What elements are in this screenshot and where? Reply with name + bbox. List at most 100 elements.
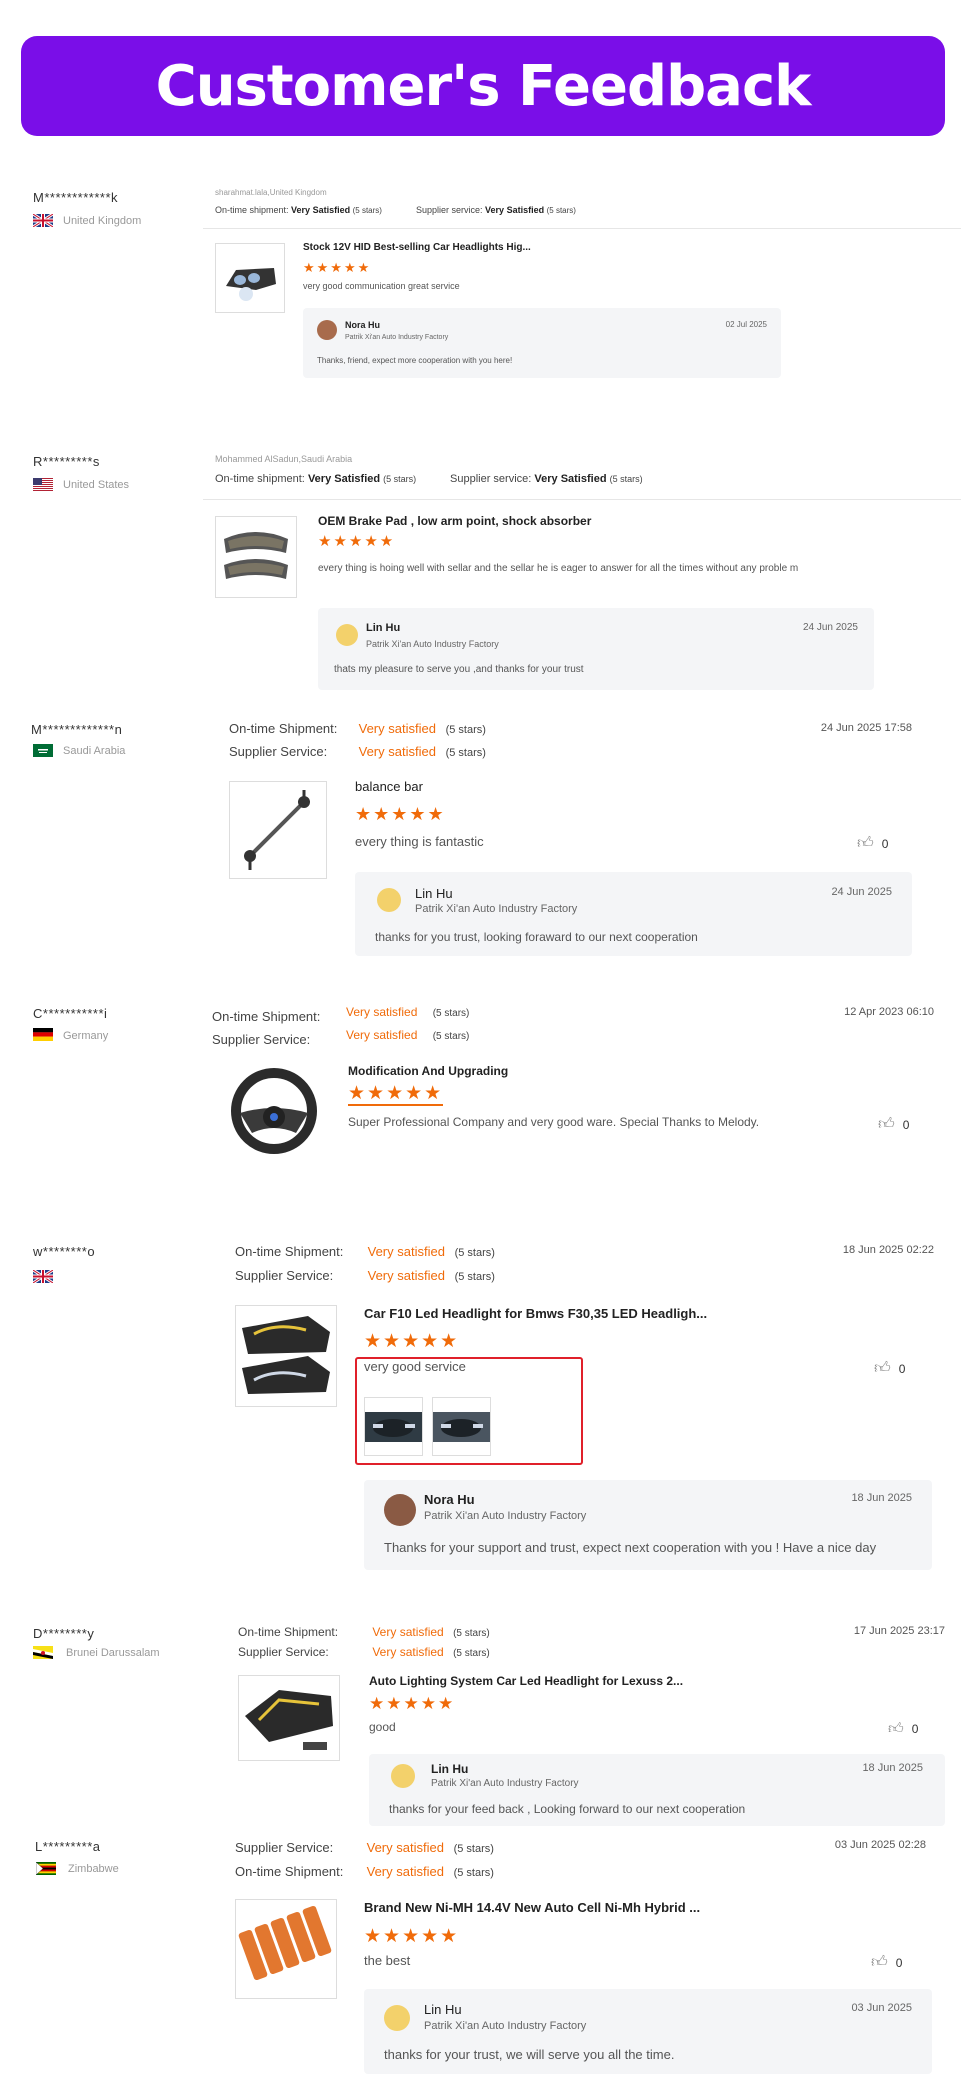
- saudi-flag-icon: [33, 744, 53, 757]
- reply-company: Patrik Xi'an Auto Industry Factory: [366, 639, 499, 649]
- supplier-rating: Supplier service: Very Satisfied (5 star…: [450, 473, 643, 485]
- supplier-label: Supplier service:: [450, 473, 532, 485]
- ontime-label: On-time shipment:: [215, 205, 289, 215]
- ontime-label: On-time Shipment:: [229, 721, 338, 736]
- supplier-stars: (5 stars): [445, 747, 486, 759]
- rating-stars: ★★★★★: [364, 1331, 460, 1352]
- review-photo[interactable]: [364, 1397, 423, 1456]
- product-thumbnail[interactable]: [215, 516, 297, 598]
- reply-date: 18 Jun 2025: [851, 1492, 912, 1504]
- battery-cells-image-icon: [238, 1905, 332, 1981]
- ontime-label: On-time Shipment:: [235, 1244, 344, 1259]
- car-photo-icon: [365, 1412, 422, 1442]
- product-title[interactable]: Car F10 Led Headlight for Bmws F30,35 LE…: [364, 1306, 707, 1321]
- product-thumbnail[interactable]: [238, 1675, 340, 1761]
- reply-date: 24 Jun 2025: [831, 886, 892, 898]
- reply-company: Patrik Xi'an Auto Industry Factory: [345, 334, 449, 341]
- review-comment: very good service: [364, 1359, 466, 1374]
- supplier-rating: Supplier Service: Very satisfied (5 star…: [229, 744, 486, 759]
- divider: [203, 228, 961, 229]
- ontime-stars: (5 stars): [453, 1867, 494, 1879]
- product-title[interactable]: Stock 12V HID Best-selling Car Headlight…: [303, 242, 531, 253]
- like-button[interactable]: 👍︎ 0: [888, 1720, 918, 1738]
- supplier-value: Very satisfied: [366, 1840, 444, 1855]
- supplier-stars: (5 stars): [546, 206, 576, 215]
- ontime-value: Very satisfied: [367, 1244, 445, 1259]
- review-date: 12 Apr 2023 06:10: [844, 1006, 934, 1018]
- review-card: M************k United Kingdom sharahmat.…: [0, 180, 961, 400]
- seller-avatar: [317, 320, 337, 340]
- ontime-stars: (5 stars): [454, 1247, 495, 1259]
- like-button[interactable]: 👍︎ 0: [878, 1115, 909, 1134]
- reply-text: thats my pleasure to serve you ,and than…: [334, 664, 584, 675]
- supplier-label: Supplier Service:: [235, 1840, 334, 1855]
- reply-company: Patrik Xi'an Auto Industry Factory: [415, 903, 578, 915]
- review-comment: very good communication great service: [303, 281, 460, 291]
- product-title[interactable]: Auto Lighting System Car Led Headlight f…: [369, 1674, 683, 1688]
- reviewer-name: M************k: [33, 190, 119, 205]
- reviewer-country: United Kingdom: [63, 215, 142, 227]
- product-title[interactable]: OEM Brake Pad , low arm point, shock abs…: [318, 514, 591, 528]
- product-title[interactable]: Brand New Ni-MH 14.4V New Auto Cell Ni-M…: [364, 1900, 700, 1915]
- like-count: 0: [898, 1361, 906, 1376]
- supplier-value-wrap: Very satisfied (5 stars): [346, 1028, 469, 1042]
- ontime-rating: On-time Shipment: Very satisfied (5 star…: [229, 721, 486, 736]
- reply-date: 02 Jul 2025: [725, 320, 767, 329]
- supplier-rating: Supplier Service: Very satisfied (5 star…: [235, 1268, 495, 1283]
- brake-pad-image-icon: [224, 532, 288, 579]
- supplier-label: Supplier Service:: [229, 744, 328, 759]
- supplier-rating: Supplier Service: Very satisfied (5 star…: [238, 1645, 490, 1659]
- thumbs-up-icon: 👍︎: [874, 1360, 891, 1377]
- like-count: 0: [911, 1722, 919, 1736]
- rating-stars: ★★★★★: [348, 1083, 444, 1106]
- us-flag-icon: [33, 478, 53, 491]
- review-card: D********y Brunei Darussalam On-time Shi…: [0, 1620, 961, 1826]
- reply-author: Nora Hu: [424, 1492, 475, 1507]
- reply-company: Patrik Xi'an Auto Industry Factory: [431, 1778, 579, 1789]
- product-title[interactable]: balance bar: [355, 779, 423, 794]
- like-button[interactable]: 👍︎ 0: [871, 1953, 902, 1972]
- supplier-rating: Supplier service: Very Satisfied (5 star…: [416, 205, 576, 215]
- reply-text: Thanks for your support and trust, expec…: [384, 1540, 877, 1555]
- supplier-stars: (5 stars): [453, 1648, 490, 1659]
- supplier-value: Very satisfied: [358, 744, 436, 759]
- seller-reply: Lin Hu Patrik Xi'an Auto Industry Factor…: [318, 608, 874, 690]
- brunei-flag-icon: [33, 1646, 53, 1659]
- like-button[interactable]: 👍︎ 0: [857, 834, 888, 853]
- review-card: L*********a Zimbabwe Supplier Service: V…: [0, 1835, 961, 2074]
- like-button[interactable]: 👍︎ 0: [874, 1359, 905, 1378]
- seller-reply: Lin Hu Patrik Xi'an Auto Industry Factor…: [364, 1989, 932, 2074]
- germany-flag-icon: [33, 1028, 53, 1041]
- zimbabwe-flag-icon: [36, 1862, 56, 1875]
- seller-avatar: [384, 2005, 410, 2031]
- reviewer-name: R*********s: [33, 454, 100, 469]
- thumbs-up-icon: 👍︎: [871, 1954, 888, 1971]
- review-date: 24 Jun 2025 17:58: [820, 722, 912, 734]
- product-thumbnail[interactable]: [235, 1899, 337, 1999]
- seller-reply: Nora Hu Patrik Xi'an Auto Industry Facto…: [303, 308, 781, 378]
- reply-author: Nora Hu: [345, 320, 381, 330]
- rating-stars: ★★★★★: [369, 1694, 456, 1713]
- uk-flag-icon: [33, 214, 53, 227]
- reply-author: Lin Hu: [366, 622, 401, 634]
- review-photo[interactable]: [432, 1397, 491, 1456]
- supplier-label: Supplier Service:: [212, 1032, 311, 1047]
- product-thumbnail[interactable]: [226, 1063, 322, 1159]
- reviewer-name: w********o: [33, 1244, 96, 1259]
- divider: [203, 499, 961, 500]
- seller-reply: Lin Hu Patrik Xi'an Auto Industry Factor…: [369, 1754, 945, 1826]
- ontime-stars: (5 stars): [352, 206, 382, 215]
- ontime-value-wrap: Very satisfied (5 stars): [346, 1005, 469, 1019]
- seller-reply: Nora Hu Patrik Xi'an Auto Industry Facto…: [364, 1480, 932, 1570]
- ontime-rating: On-time Shipment:: [212, 1009, 347, 1024]
- supplier-stars: (5 stars): [453, 1843, 494, 1855]
- ontime-rating: On-time Shipment: Very satisfied (5 star…: [235, 1864, 494, 1879]
- ontime-label: On-time Shipment:: [238, 1625, 339, 1639]
- product-thumbnail[interactable]: [215, 243, 285, 313]
- product-thumbnail[interactable]: [235, 1305, 337, 1407]
- review-comment: every thing is hoing well with sellar an…: [318, 563, 799, 574]
- product-thumbnail[interactable]: [229, 781, 327, 879]
- ontime-stars: (5 stars): [453, 1628, 490, 1639]
- seller-avatar: [377, 888, 401, 912]
- product-title[interactable]: Modification And Upgrading: [348, 1064, 508, 1078]
